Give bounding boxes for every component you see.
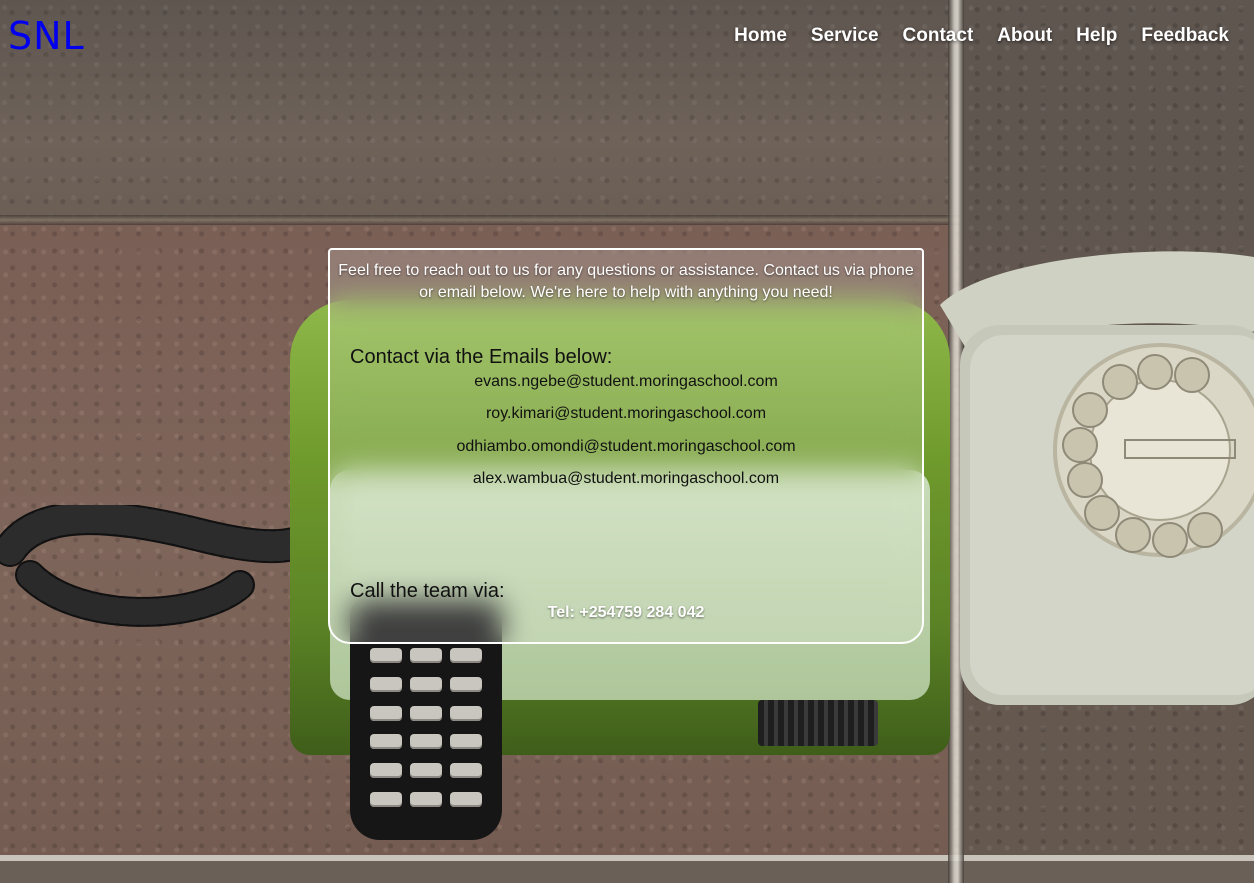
- nav-home-link[interactable]: Home: [734, 22, 787, 50]
- contact-card: Feel free to reach out to us for any que…: [328, 248, 924, 644]
- speaker-grille: [758, 700, 878, 746]
- paving-joint: [0, 215, 960, 225]
- phone-number[interactable]: Tel: +254759 284 042: [330, 602, 922, 624]
- email-address[interactable]: roy.kimari@student.moringaschool.com: [330, 404, 922, 424]
- rotary-telephone: [940, 251, 1254, 705]
- email-address[interactable]: evans.ngebe@student.moringaschool.com: [330, 372, 922, 392]
- nav-help-link[interactable]: Help: [1076, 22, 1117, 50]
- paving-stone: [0, 855, 1254, 883]
- email-list: evans.ngebe@student.moringaschool.com ro…: [330, 372, 922, 502]
- phone-cord: [0, 505, 330, 627]
- email-address[interactable]: odhiambo.omondi@student.moringaschool.co…: [330, 437, 922, 457]
- nav-about-link[interactable]: About: [997, 22, 1052, 50]
- mobile-keypad: [370, 648, 482, 813]
- nav-contact-link[interactable]: Contact: [903, 22, 974, 50]
- contact-intro: Feel free to reach out to us for any que…: [338, 262, 914, 301]
- email-heading: Contact via the Emails below:: [350, 346, 613, 368]
- nav-service-link[interactable]: Service: [811, 22, 879, 50]
- main-nav: Home Service Contact About Help Feedback: [734, 22, 1229, 50]
- email-address[interactable]: alex.wambua@student.moringaschool.com: [330, 469, 922, 489]
- nav-feedback-link[interactable]: Feedback: [1141, 22, 1229, 50]
- call-heading: Call the team via:: [350, 580, 505, 602]
- site-logo[interactable]: SNL: [8, 14, 85, 58]
